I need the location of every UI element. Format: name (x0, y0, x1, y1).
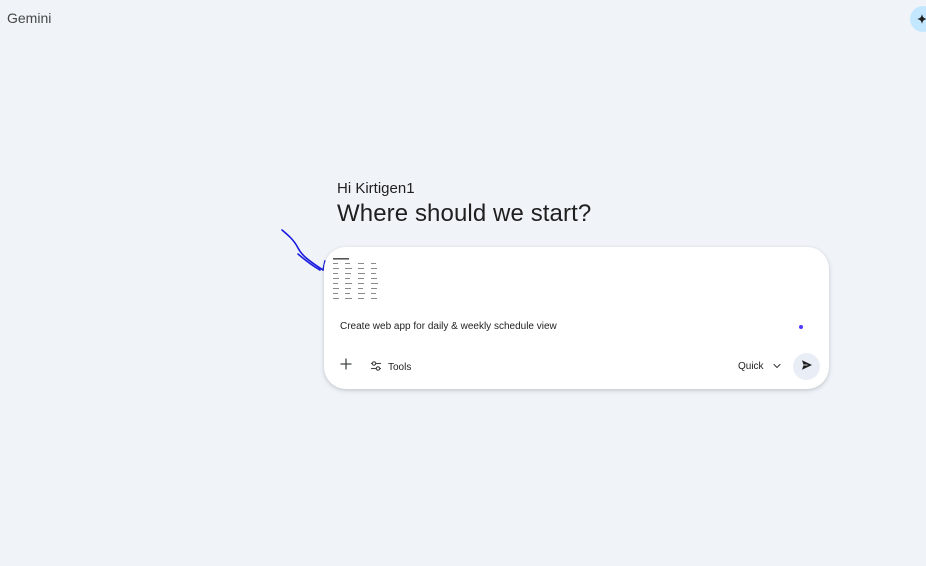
chevron-down-icon (772, 361, 781, 372)
send-icon (801, 358, 813, 376)
prompt-input[interactable]: Create web app for daily & weekly schedu… (340, 321, 557, 332)
tune-icon (370, 360, 382, 375)
add-attachment-button[interactable] (337, 357, 355, 375)
page-title: Where should we start? (337, 200, 592, 227)
mode-label: Quick (738, 360, 764, 372)
tools-label: Tools (388, 361, 412, 373)
microphone-indicator-icon[interactable] (799, 325, 803, 329)
send-button[interactable] (793, 353, 820, 380)
prompt-composer[interactable]: Create web app for daily & weekly schedu… (324, 247, 829, 389)
tools-button[interactable]: Tools (370, 359, 411, 375)
sparkle-icon (917, 14, 926, 24)
mode-selector[interactable]: Quick (738, 358, 781, 374)
greeting: Hi Kirtigen1 (337, 180, 415, 197)
gemini-sparkle-button[interactable] (910, 6, 926, 32)
plus-icon (340, 357, 352, 375)
app-title[interactable]: Gemini (7, 10, 51, 26)
annotation-arrow-left (281, 229, 326, 271)
attachment-thumbnail[interactable] (332, 257, 388, 305)
